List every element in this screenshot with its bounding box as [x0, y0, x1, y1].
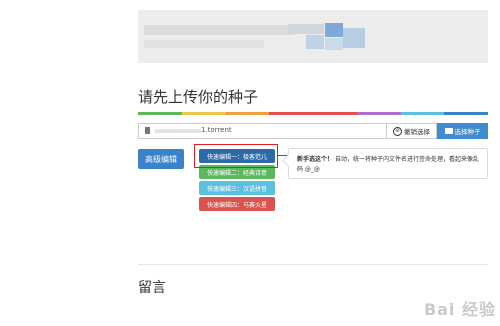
rainbow-segment: [138, 112, 182, 115]
comments-title: 留言: [138, 280, 166, 296]
rainbow-segment: [313, 112, 357, 115]
quick-edit-option-3[interactable]: 快速编辑三：汉语拼音: [199, 181, 275, 195]
blur-block: [288, 24, 324, 34]
rainbow-segment: [225, 112, 270, 115]
clear-selection-button[interactable]: ⊘ 撤销选择: [386, 123, 437, 139]
clear-icon: ⊘: [393, 126, 402, 136]
rainbow-segment: [181, 112, 226, 115]
file-icon: [145, 127, 150, 134]
blur-block: [325, 23, 343, 37]
blur-block: [343, 28, 365, 48]
file-input-bar[interactable]: 1.torrent ⊘ 撤销选择 选择种子: [138, 123, 488, 139]
file-name: 1.torrent: [201, 126, 232, 134]
rainbow-segment: [356, 112, 401, 115]
quick-edit-option-4[interactable]: 快速编辑四：马赛火星: [199, 197, 275, 211]
rainbow-segment: [444, 112, 488, 115]
blur-block: [144, 40, 264, 48]
highlight-annotation-box: [194, 144, 278, 168]
rainbow-divider: [138, 112, 488, 115]
rainbow-segment: [400, 112, 445, 115]
main-content: 请先上传你的种子 1.torrent ⊘ 撤销选择 选择种子 高级编辑 快速编辑…: [138, 0, 488, 326]
choose-torrent-button[interactable]: 选择种子: [437, 123, 488, 139]
tooltip-caret: [282, 154, 295, 167]
rainbow-segment: [269, 112, 313, 115]
page-title: 请先上传你的种子: [138, 88, 259, 106]
blur-block: [306, 35, 324, 49]
blurred-banner: [138, 10, 488, 63]
advanced-edit-button[interactable]: 高级编辑: [138, 149, 184, 169]
choose-torrent-label: 选择种子: [454, 128, 481, 136]
watermark-logo: Bai 经验: [423, 300, 496, 319]
section-divider: [138, 264, 488, 265]
folder-icon: [444, 128, 453, 134]
tooltip-title: 新手选这个！: [297, 156, 334, 163]
blur-block: [325, 38, 343, 50]
blur-block: [144, 25, 294, 35]
clear-selection-label: 撤销选择: [404, 128, 430, 136]
blurred-filename-prefix: [155, 129, 201, 133]
tooltip-popover: 新手选这个！ 自动，统一将种子内文件名进行签命处理，看起来像乱码 @_@: [282, 148, 488, 179]
tooltip-text: 新手选这个！ 自动，统一将种子内文件名进行签命处理，看起来像乱码 @_@: [297, 155, 483, 175]
